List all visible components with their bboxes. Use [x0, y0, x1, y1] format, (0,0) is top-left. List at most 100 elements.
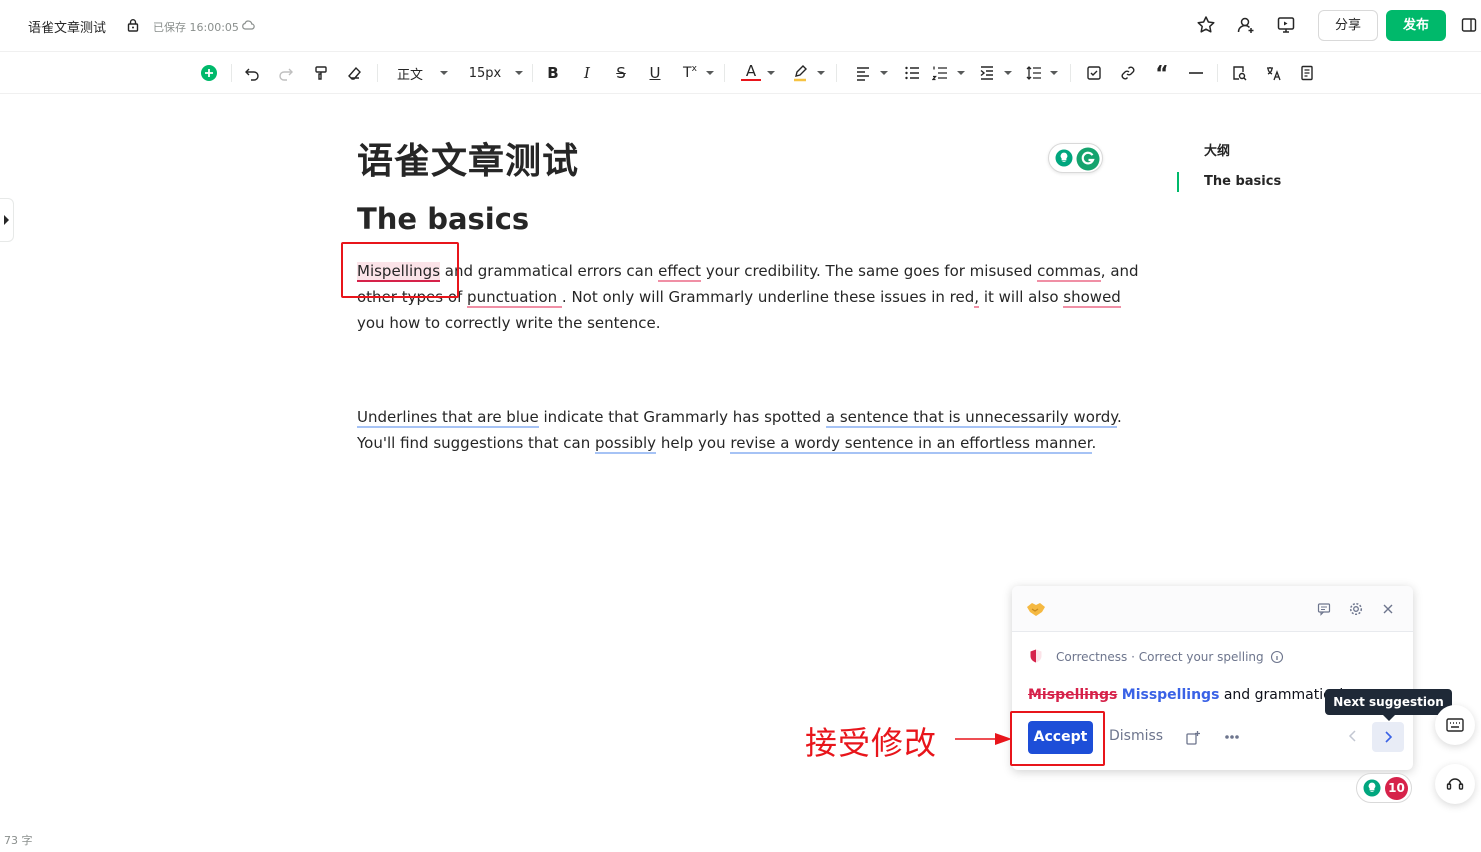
editor-toolbar: 正文 15px B I S U Tx A “ — [0, 52, 1481, 94]
grammar-error[interactable]: punctuation — [467, 288, 562, 308]
text-run: indicate that Grammarly has spotted — [538, 408, 826, 426]
present-icon[interactable] — [1275, 14, 1297, 36]
next-suggestion-tooltip: Next suggestion — [1325, 689, 1452, 721]
format-painter-icon[interactable] — [311, 63, 331, 83]
word-count: 73 字 — [4, 834, 33, 847]
add-to-dictionary-icon[interactable] — [1185, 730, 1201, 746]
chevron-down-icon[interactable] — [706, 71, 714, 75]
annotation-arrow-icon — [955, 733, 1012, 745]
clarity-suggestion[interactable]: possibly — [595, 434, 657, 454]
grammar-error[interactable]: effect — [658, 262, 702, 282]
underline-icon[interactable]: U — [645, 63, 665, 83]
annotation-highlight-box — [341, 242, 459, 298]
add-collaborator-icon[interactable] — [1235, 14, 1257, 36]
strikethrough-icon[interactable]: S — [611, 63, 631, 83]
corrected-word: Misspellings — [1121, 687, 1220, 703]
undo-icon[interactable] — [242, 63, 262, 83]
chevron-down-icon[interactable] — [1004, 71, 1012, 75]
chevron-down-icon[interactable] — [817, 71, 825, 75]
next-suggestion-button[interactable] — [1372, 722, 1404, 752]
paragraph-red[interactable]: Mispellings and grammatical errors can e… — [357, 258, 1139, 336]
document-info-icon[interactable] — [1297, 63, 1317, 83]
chevron-down-icon[interactable] — [1050, 71, 1058, 75]
info-icon[interactable] — [1270, 650, 1284, 664]
chevron-down-icon[interactable] — [880, 71, 888, 75]
text-style-select[interactable]: 正文 — [394, 63, 426, 83]
text-run: , and — [1100, 262, 1139, 280]
paragraph-blue[interactable]: Underlines that are blue indicate that G… — [357, 404, 1122, 456]
clarity-suggestion[interactable]: Underlines that are blue — [357, 408, 539, 428]
chevron-down-icon[interactable] — [440, 71, 448, 75]
more-options-icon[interactable] — [1224, 734, 1240, 740]
close-icon[interactable] — [1383, 604, 1393, 614]
lock-icon[interactable] — [126, 18, 140, 32]
settings-gear-icon[interactable] — [1349, 602, 1363, 616]
text-run: and grammatical errors can — [440, 262, 659, 280]
grammar-error[interactable]: commas — [1037, 262, 1101, 282]
font-size-select[interactable]: 15px — [468, 63, 502, 83]
chevron-right-icon — [1385, 731, 1393, 743]
text-line: Underlines that are blue indicate that G… — [357, 404, 1122, 430]
previous-suggestion-icon[interactable] — [1348, 729, 1358, 743]
clarity-suggestion[interactable]: a sentence that is unnecessarily wordy — [825, 408, 1118, 428]
translate-icon[interactable] — [1263, 63, 1283, 83]
grammar-error[interactable]: showed — [1063, 288, 1121, 308]
align-icon[interactable] — [853, 63, 873, 83]
clear-format-icon[interactable] — [344, 63, 364, 83]
task-list-icon[interactable] — [1084, 63, 1104, 83]
annotation-accept-box — [1010, 711, 1105, 766]
publish-button[interactable]: 发布 — [1386, 10, 1446, 41]
keyboard-shortcut-button[interactable] — [1435, 705, 1475, 745]
chevron-down-icon[interactable] — [767, 71, 775, 75]
text-run: . Not only will Grammarly underline thes… — [561, 288, 975, 306]
text-run: . — [1091, 434, 1097, 452]
grammarly-widget[interactable] — [1048, 143, 1103, 173]
outline-title: 大纲 — [1204, 144, 1231, 159]
text-run: . — [1117, 408, 1122, 426]
insert-icon[interactable] — [199, 63, 219, 83]
correctness-shield-icon — [1030, 649, 1042, 663]
chevron-down-icon[interactable] — [957, 71, 965, 75]
doc-name[interactable]: 语雀文章测试 — [28, 17, 106, 36]
link-icon[interactable] — [1118, 63, 1138, 83]
outline-item-the-basics[interactable]: The basics — [1204, 174, 1281, 189]
quote-icon[interactable]: “ — [1152, 61, 1172, 85]
card-header — [1012, 586, 1413, 632]
lightbulb-icon — [1055, 149, 1073, 167]
chevron-down-icon[interactable] — [515, 71, 523, 75]
grammarly-logo-icon — [1076, 147, 1100, 171]
highlight-icon[interactable] — [790, 63, 810, 83]
suggestion-preview[interactable]: Mispellings Misspellings and grammatical… — [1028, 687, 1357, 703]
annotation-label: 接受修改 — [805, 724, 938, 762]
panel-toggle-icon[interactable] — [1461, 17, 1477, 33]
font-color-icon[interactable]: A — [741, 62, 761, 81]
text-line: you how to correctly write the sentence. — [357, 314, 661, 332]
numbered-list-icon[interactable] — [930, 63, 950, 83]
page-title[interactable]: 语雀文章测试 — [357, 132, 579, 184]
original-word: Mispellings — [1028, 687, 1118, 703]
text-line: You'll find suggestions that can possibl… — [357, 430, 1117, 456]
divider-icon[interactable] — [1186, 63, 1206, 83]
indent-icon[interactable] — [977, 63, 997, 83]
superscript-icon[interactable]: Tx — [679, 63, 701, 83]
help-support-button[interactable] — [1435, 764, 1475, 804]
bold-icon[interactable]: B — [543, 63, 563, 83]
support-icon — [1446, 778, 1464, 790]
heading-the-basics[interactable]: The basics — [357, 202, 529, 236]
grammarly-count-widget[interactable]: 10 — [1356, 773, 1412, 803]
feedback-icon[interactable] — [1317, 602, 1331, 616]
share-button[interactable]: 分享 — [1318, 10, 1378, 41]
bullet-list-icon[interactable] — [902, 63, 922, 83]
clarity-suggestion[interactable]: revise a wordy sentence in an effortless… — [730, 434, 1092, 454]
text-line: other types of punctuation . Not only wi… — [357, 284, 1121, 310]
line-height-icon[interactable] — [1024, 63, 1044, 83]
italic-icon[interactable]: I — [577, 63, 597, 83]
find-replace-icon[interactable] — [1229, 63, 1249, 83]
cloud-icon — [242, 20, 255, 30]
dismiss-button[interactable]: Dismiss — [1109, 728, 1163, 744]
redo-icon[interactable] — [276, 63, 296, 83]
expand-sidebar-handle[interactable] — [0, 198, 14, 242]
text-line: Mispellings and grammatical errors can e… — [357, 258, 1139, 284]
star-icon[interactable] — [1195, 14, 1217, 36]
lightbulb-icon — [1363, 779, 1381, 797]
